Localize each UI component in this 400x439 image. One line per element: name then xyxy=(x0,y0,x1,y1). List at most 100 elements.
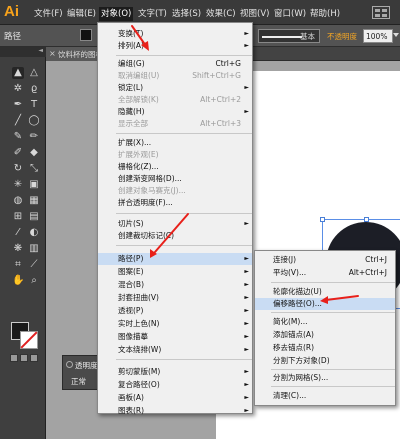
resize-handle[interactable] xyxy=(320,217,325,222)
menu-view[interactable]: 视图(V) xyxy=(240,7,269,21)
free-transform-tool-icon[interactable]: ▣ xyxy=(28,179,40,191)
menu-item-group[interactable]: 编组(G) Ctrl+G xyxy=(98,58,252,70)
chevron-right-icon: ► xyxy=(244,30,249,37)
submenu-item-average[interactable]: 平均(V)... Alt+Ctrl+J xyxy=(255,267,395,279)
menu-item-trim-marks[interactable]: 创建裁切标记(C) xyxy=(98,230,252,242)
menu-item-path[interactable]: 路径(P) ► xyxy=(98,253,252,265)
selection-tool-icon[interactable]: ▲ xyxy=(12,67,24,79)
color-mode-button[interactable] xyxy=(10,354,18,362)
stroke-color-box[interactable] xyxy=(20,331,38,349)
gradient-tool-icon[interactable]: ▤ xyxy=(28,211,40,223)
slice-tool-icon[interactable]: ⟋ xyxy=(28,259,40,271)
submenu-item-simplify[interactable]: 简化(M)... xyxy=(255,316,395,328)
menu-item-unlock-all[interactable]: 全部解锁(K) Alt+Ctrl+2 xyxy=(98,94,252,106)
menu-item-arrange[interactable]: 排列(A) ► xyxy=(98,40,252,52)
menu-object[interactable]: 对象(O) xyxy=(99,7,134,21)
lasso-tool-icon[interactable]: ϱ xyxy=(28,83,40,95)
menu-item-label: 显示全部 xyxy=(118,119,148,128)
menu-item-image-trace[interactable]: 图像描摹 ► xyxy=(98,331,252,343)
blend-mode-select[interactable]: 正常 xyxy=(71,376,86,387)
menu-item-slice[interactable]: 切片(S) ► xyxy=(98,218,252,230)
fill-color-swatch[interactable] xyxy=(80,29,92,41)
menu-item-pattern[interactable]: 图案(E) ► xyxy=(98,266,252,278)
menu-item-lock[interactable]: 锁定(L) ► xyxy=(98,82,252,94)
blend-tool-icon[interactable]: ◐ xyxy=(28,227,40,239)
submenu-item-add-anchor-points[interactable]: 添加锚点(A) xyxy=(255,329,395,341)
artboard-tool-icon[interactable]: ⌗ xyxy=(12,259,24,271)
resize-handle[interactable] xyxy=(364,217,369,222)
symbol-sprayer-tool-icon[interactable]: ❋ xyxy=(12,243,24,255)
menu-item-label: 锁定(L) xyxy=(118,83,144,92)
direct-selection-tool-icon[interactable]: △ xyxy=(28,67,40,79)
pen-tool-icon[interactable]: ✒ xyxy=(12,99,24,111)
menu-effect[interactable]: 效果(C) xyxy=(206,7,236,21)
width-tool-icon[interactable]: ✳ xyxy=(12,179,24,191)
menu-window[interactable]: 窗口(W) xyxy=(274,7,306,21)
menu-help[interactable]: 帮助(H) xyxy=(310,7,340,21)
menu-item-artboards[interactable]: 画板(A) ► xyxy=(98,392,252,404)
transparency-panel-title[interactable]: 透明度 xyxy=(75,360,98,371)
eraser-tool-icon[interactable]: ◆ xyxy=(28,147,40,159)
menu-item-compound-path[interactable]: 复合路径(O) ► xyxy=(98,379,252,391)
blob-brush-tool-icon[interactable]: ✐ xyxy=(12,147,24,159)
mesh-tool-icon[interactable]: ⊞ xyxy=(12,211,24,223)
submenu-item-clean-up[interactable]: 清理(C)... xyxy=(255,390,395,402)
submenu-item-join[interactable]: 连接(J) Ctrl+J xyxy=(255,254,395,266)
menu-item-expand[interactable]: 扩展(X)... xyxy=(98,137,252,149)
chevron-right-icon: ► xyxy=(244,394,249,401)
submenu-item-offset-path[interactable]: 偏移路径(O)... xyxy=(255,298,395,310)
submenu-item-outline-stroke[interactable]: 轮廓化描边(U) xyxy=(255,286,395,298)
ellipse-tool-icon[interactable]: ◯ xyxy=(28,115,40,127)
rotate-tool-icon[interactable]: ↻ xyxy=(12,163,24,175)
color-mode-buttons xyxy=(10,354,40,364)
menu-item-envelope-distort[interactable]: 封套扭曲(V) ► xyxy=(98,292,252,304)
scale-tool-icon[interactable]: ⤡ xyxy=(28,163,40,175)
menu-item-flatten-transparency[interactable]: 拼合透明度(F)... xyxy=(98,197,252,209)
menu-item-show-all[interactable]: 显示全部 Alt+Ctrl+3 xyxy=(98,118,252,130)
line-tool-icon[interactable]: ╱ xyxy=(12,115,24,127)
transparency-icon xyxy=(66,361,73,368)
menu-item-graph[interactable]: 图表(R) ► xyxy=(98,405,252,417)
menu-item-live-paint[interactable]: 实时上色(N) ► xyxy=(98,318,252,330)
chevron-down-icon[interactable] xyxy=(393,33,399,37)
menu-separator xyxy=(271,386,395,387)
tools-panel-header[interactable] xyxy=(0,47,46,57)
submenu-item-remove-anchor-points[interactable]: 移去锚点(R) xyxy=(255,342,395,354)
perspective-grid-tool-icon[interactable]: ▦ xyxy=(28,195,40,207)
opacity-input[interactable]: 100% xyxy=(363,29,393,43)
menu-item-label: 封套扭曲(V) xyxy=(118,293,159,302)
type-tool-icon[interactable]: T xyxy=(28,99,40,111)
menu-item-ungroup[interactable]: 取消编组(U) Shift+Ctrl+G xyxy=(98,70,252,82)
menu-select[interactable]: 选择(S) xyxy=(172,7,201,21)
none-mode-button[interactable] xyxy=(30,354,38,362)
menu-item-expand-appearance[interactable]: 扩展外观(E) xyxy=(98,149,252,161)
close-icon[interactable]: × xyxy=(49,49,56,58)
menu-item-transform[interactable]: 变换(T) ► xyxy=(98,28,252,40)
menu-item-blend[interactable]: 混合(B) ► xyxy=(98,279,252,291)
menu-item-gradient-mesh[interactable]: 创建渐变网格(D)... xyxy=(98,173,252,185)
menu-type[interactable]: 文字(T) xyxy=(138,7,167,21)
workspace-grid-icon[interactable] xyxy=(372,6,390,19)
menu-item-text-wrap[interactable]: 文本绕排(W) ► xyxy=(98,344,252,356)
menu-item-object-mosaic[interactable]: 创建对象马赛克(J)... xyxy=(98,185,252,197)
column-graph-tool-icon[interactable]: ▥ xyxy=(28,243,40,255)
menu-item-perspective[interactable]: 透视(P) ► xyxy=(98,305,252,317)
menu-item-clipping-mask[interactable]: 剪切蒙版(M) ► xyxy=(98,366,252,378)
object-menu-dropdown: 变换(T) ► 排列(A) ► 编组(G) Ctrl+G 取消编组(U) Shift+C… xyxy=(97,22,253,417)
pencil-tool-icon[interactable]: ✏ xyxy=(28,131,40,143)
opacity-label[interactable]: 不透明度 xyxy=(327,31,357,42)
eyedropper-tool-icon[interactable]: ⁄ xyxy=(12,227,24,239)
menu-file[interactable]: 文件(F) xyxy=(34,7,63,21)
magic-wand-tool-icon[interactable]: ✲ xyxy=(12,83,24,95)
gradient-mode-button[interactable] xyxy=(20,354,28,362)
menu-edit[interactable]: 编辑(E) xyxy=(67,7,96,21)
menu-item-hide[interactable]: 隐藏(H) ► xyxy=(98,106,252,118)
path-submenu: 连接(J) Ctrl+J 平均(V)... Alt+Ctrl+J 轮廓化描边(U) … xyxy=(254,250,396,406)
submenu-item-divide-objects-below[interactable]: 分割下方对象(D) xyxy=(255,355,395,367)
zoom-tool-icon[interactable]: ⌕ xyxy=(28,275,40,287)
shape-builder-tool-icon[interactable]: ◍ xyxy=(12,195,24,207)
paintbrush-tool-icon[interactable]: ✎ xyxy=(12,131,24,143)
hand-tool-icon[interactable]: ✋ xyxy=(12,275,24,287)
submenu-item-split-into-grid[interactable]: 分割为网格(S)... xyxy=(255,372,395,384)
menu-item-rasterize[interactable]: 栅格化(Z)... xyxy=(98,161,252,173)
